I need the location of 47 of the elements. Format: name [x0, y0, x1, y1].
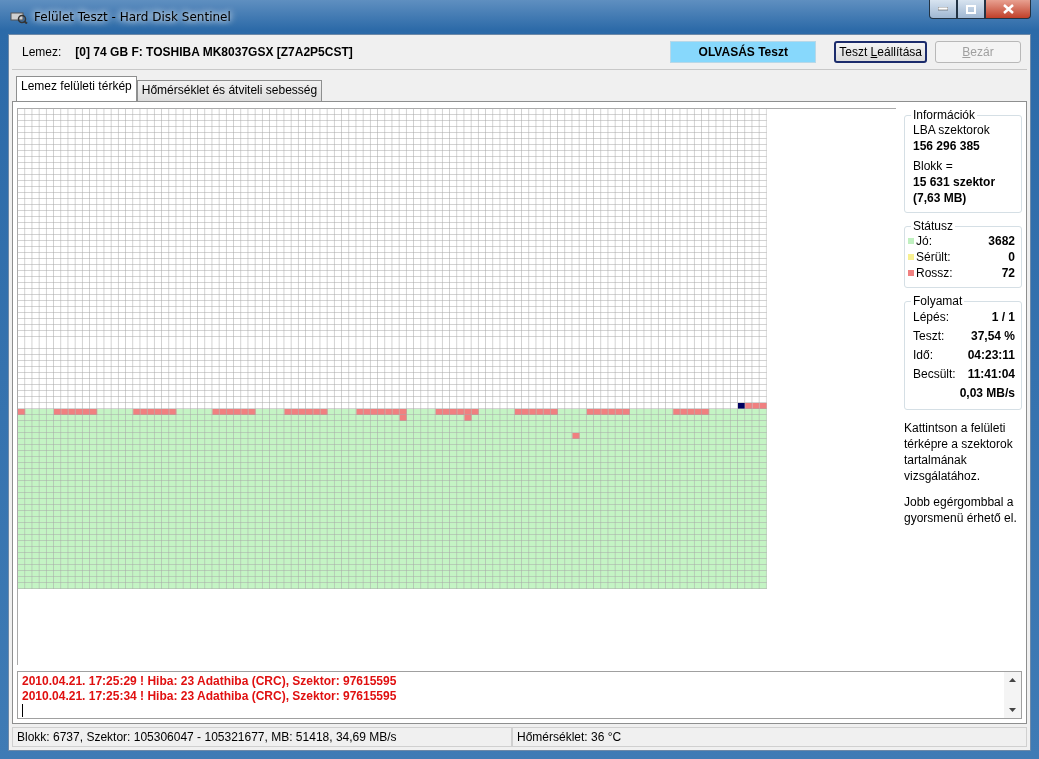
progress-label: Lépés: — [913, 309, 950, 326]
info-value: 15 631 szektor — [913, 174, 997, 190]
maximize-button[interactable] — [957, 0, 985, 19]
info-value: 156 296 385 — [913, 138, 981, 154]
status-count: 0 — [1008, 249, 1015, 265]
test-mode-indicator: OLVASÁS Teszt — [670, 41, 817, 63]
close-icon — [1002, 4, 1014, 14]
log-entry: 2010.04.21. 17:25:34 ! Hiba: 23 Adathiba (CRC), Szektor: 97615595 — [22, 689, 398, 704]
progress-value: 11:41:04 — [967, 366, 1015, 383]
info-value: (7,63 MB) — [913, 190, 968, 206]
scroll-down-icon[interactable] — [1009, 708, 1016, 712]
minimize-button[interactable] — [929, 0, 957, 19]
group-title: Státusz — [911, 219, 956, 233]
status-bar-text: Blokk: 6737, Szektor: 105306047 - 105321677, MB: 51418, 34,69 MB/s — [12, 727, 512, 747]
help-text: Kattintson a felületi térképre a szektorok tartalmának vizsgálatához. — [904, 420, 1014, 484]
progress-label: Becsült: — [913, 366, 956, 383]
status-label: Jó: — [916, 233, 932, 249]
info-label: Blokk = — [913, 158, 954, 174]
progress-label: Idő: — [913, 347, 933, 364]
progress-value: 04:23:11 — [967, 347, 1015, 364]
disk-name: [0] 74 GB F: TOSHIBA MK8037GSX [Z7A2P5CST] — [75, 45, 353, 59]
info-label: LBA szektorok — [913, 122, 991, 138]
text-cursor — [22, 704, 23, 717]
status-count: 72 — [1001, 265, 1015, 281]
log-entry: 2010.04.21. 17:25:29 ! Hiba: 23 Adathiba (CRC), Szektor: 97615595 — [22, 674, 398, 689]
status-label: Rossz: — [916, 265, 953, 281]
window-title: Felület Teszt - Hard Disk Sentinel — [34, 10, 231, 24]
status-bar-text: Hőmérséklet: 36 °C — [512, 727, 1027, 747]
status-label: Sérült: — [916, 249, 951, 265]
group-title: Folyamat — [911, 294, 965, 308]
disk-label: Lemez: — [22, 45, 62, 59]
tab[interactable]: Hőmérséklet és átviteli sebesség — [136, 80, 323, 101]
minimize-icon — [938, 7, 948, 11]
progress-value: 37,54 % — [970, 328, 1015, 345]
progress-label: Teszt: — [913, 328, 945, 345]
progress-value: 0,03 MB/s — [959, 385, 1015, 402]
maximize-icon — [966, 4, 976, 14]
stop-test-button[interactable]: Teszt Leállítása — [834, 41, 927, 63]
scrollbar[interactable] — [1004, 672, 1021, 718]
progress-value: 1 / 1 — [991, 309, 1015, 326]
tab[interactable]: Lemez felületi térkép — [16, 76, 137, 101]
help-text: Jobb egérgombbal a gyorsmenü érhető el. — [904, 494, 1018, 526]
group-title: Információk — [911, 108, 978, 122]
close-button[interactable] — [985, 0, 1031, 19]
status-count: 3682 — [988, 233, 1015, 249]
disk-icon — [10, 10, 28, 24]
scroll-up-icon[interactable] — [1009, 678, 1016, 682]
